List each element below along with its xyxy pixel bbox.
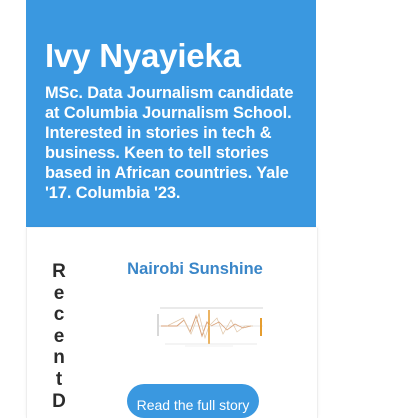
bio-line: based in African countries. Yale <box>45 164 289 182</box>
profile-card: Ivy Nyayieka MSc. Data Journalism candid… <box>26 0 316 227</box>
bio-line: '17. Columbia '23. <box>45 184 181 202</box>
recent-stories-card: R e c e n t D Nairobi Sunshine Read the … <box>26 228 318 418</box>
recent-heading-letter: e <box>53 325 65 347</box>
recent-heading-letter: n <box>53 347 65 369</box>
profile-name: Ivy Nyayieka <box>45 37 241 74</box>
story-thumbnail-image[interactable] <box>157 306 265 348</box>
recent-heading-letter: e <box>53 282 65 304</box>
bio-line: MSc. Data Journalism candidate <box>45 84 294 102</box>
recent-heading-letter: D <box>52 390 66 412</box>
bio-line: at Columbia Journalism School. <box>45 104 292 122</box>
recent-heading-vertical: R e c e n t D <box>51 261 67 412</box>
recent-heading-letter: t <box>55 368 63 390</box>
bio-line: Interested in stories in tech & <box>45 124 272 142</box>
read-full-story-button[interactable]: Read the full story <box>127 384 259 418</box>
recent-heading-letter: R <box>52 261 66 282</box>
recent-heading-letter: c <box>53 304 65 326</box>
profile-bio: MSc. Data Journalism candidate at Columb… <box>45 83 300 203</box>
story-title-link[interactable]: Nairobi Sunshine <box>117 260 273 279</box>
bio-line: business. Keen to tell stories <box>45 144 269 162</box>
